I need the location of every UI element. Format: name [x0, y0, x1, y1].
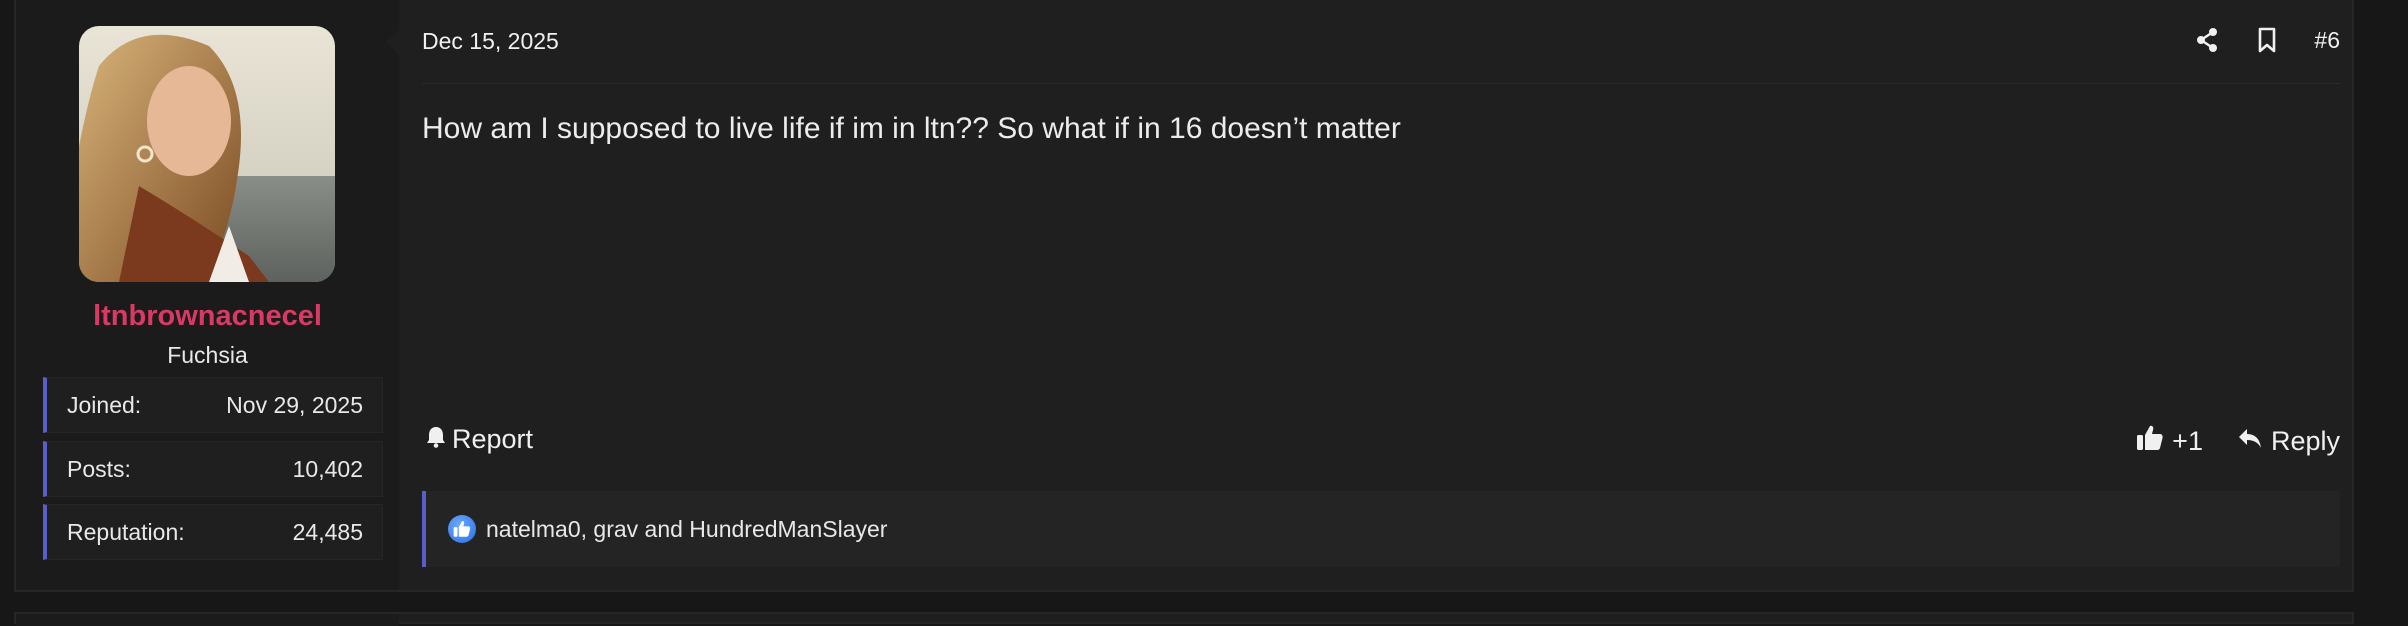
- user-title: Fuchsia: [167, 342, 248, 368]
- reply-button[interactable]: Reply: [2237, 426, 2340, 457]
- bookmark-icon[interactable]: [2254, 24, 2280, 56]
- post-footer-actions: +1 Reply: [2136, 424, 2340, 459]
- share-icon[interactable]: [2194, 24, 2220, 56]
- post-number-link[interactable]: #6: [2314, 27, 2340, 54]
- stat-joined: Joined: Nov 29, 2025: [43, 377, 383, 433]
- stat-posts: Posts: 10,402: [43, 441, 383, 497]
- avatar-image: [79, 26, 335, 282]
- thumbs-up-icon: [2136, 424, 2164, 459]
- reactions-bar[interactable]: natelma0, grav and HundredManSlayer: [422, 491, 2340, 567]
- message-panel: Dec 15, 2025 #6 How am I supposed to liv…: [386, 0, 2352, 590]
- stat-label: Posts:: [67, 455, 131, 482]
- report-button[interactable]: Report: [426, 424, 533, 455]
- header-divider: [422, 83, 2340, 84]
- like-button[interactable]: +1: [2136, 424, 2203, 459]
- stat-label: Reputation:: [67, 518, 185, 545]
- message-arrow: [386, 28, 400, 56]
- avatar[interactable]: [79, 26, 335, 282]
- stat-value: 24,485: [292, 518, 363, 545]
- stat-value: Nov 29, 2025: [226, 391, 363, 418]
- forum-post: ltnbrownacnecel Fuchsia Joined: Nov 29, …: [14, 0, 2354, 592]
- like-label: +1: [2172, 426, 2203, 456]
- reactions-users[interactable]: natelma0, grav and HundredManSlayer: [486, 516, 887, 543]
- next-post-edge: [14, 612, 2354, 626]
- stat-reputation: Reputation: 24,485: [43, 504, 383, 560]
- reply-icon: [2237, 426, 2263, 457]
- like-reaction-icon: [448, 515, 476, 543]
- post-content: How am I supposed to live life if im in …: [422, 112, 1401, 145]
- user-info-panel: ltnbrownacnecel Fuchsia Joined: Nov 29, …: [16, 0, 399, 590]
- bell-icon: [426, 424, 446, 455]
- username[interactable]: ltnbrownacnecel: [16, 300, 399, 333]
- report-label: Report: [452, 424, 534, 454]
- post-date[interactable]: Dec 15, 2025: [422, 28, 559, 55]
- stat-label: Joined:: [67, 391, 142, 418]
- stat-value: 10,402: [292, 455, 363, 482]
- reply-label: Reply: [2270, 426, 2340, 456]
- post-header-tools: #6: [2194, 24, 2340, 56]
